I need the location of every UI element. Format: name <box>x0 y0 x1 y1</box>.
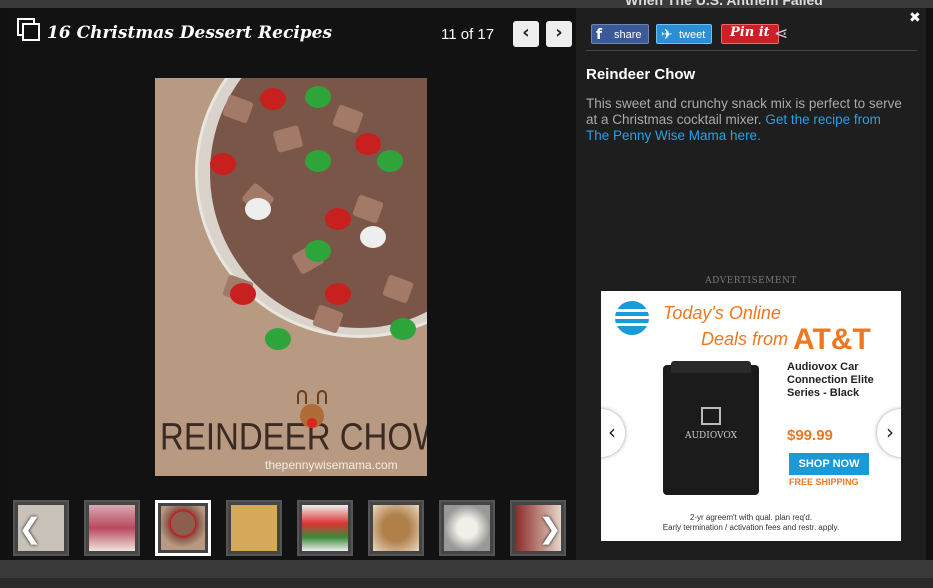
device-logo: AUDIOVOX <box>684 431 738 441</box>
shop-now-button[interactable]: SHOP NOW <box>789 453 869 475</box>
photo-gallery: 16 Christmas Dessert Recipes 11 of 17 ‹ … <box>7 8 575 560</box>
twitter-share-button[interactable]: ✈ tweet <box>656 24 713 44</box>
thumbnail[interactable] <box>226 500 282 556</box>
pinterest-button[interactable]: Pin it <box>721 24 779 44</box>
pinterest-label: Pin it <box>730 25 770 40</box>
att-globe-icon <box>615 301 649 335</box>
lightbox-overlay: When The U.S. Anthem Failed 16 Christmas… <box>0 0 933 588</box>
twitter-icon: ✈ <box>661 27 673 43</box>
ad-label: ADVERTISEMENT <box>705 276 797 286</box>
thumbnail-strip <box>13 500 569 556</box>
next-slide-button[interactable]: › <box>546 21 572 47</box>
ad-fine-print-1: 2-yr agreem't with qual. plan req'd. <box>689 513 813 522</box>
ad-headline-1: Today's Online <box>663 303 781 323</box>
ad-fine-print-2: Early termination / activation fees and … <box>662 523 840 532</box>
divider <box>586 50 917 51</box>
page-footer-edge <box>0 560 933 588</box>
ad-product-name: Audiovox Car Connection Elite Series - B… <box>787 361 874 399</box>
ad-fine-print: 2-yr agreem't with qual. plan req'd. Ear… <box>601 513 901 533</box>
photo-watermark: thepennywisemama.com <box>265 458 398 472</box>
main-photo: REINDEER CHOW thepennywisemama.com <box>155 78 427 476</box>
advertisement[interactable]: Today's Online Deals from AT&T AUDIOVOX … <box>601 291 901 541</box>
ad-headline-2: Deals from AT&T <box>701 323 871 357</box>
facebook-share-button[interactable]: f share <box>591 24 649 44</box>
photo-overlay-text: REINDEER CHOW <box>160 415 427 458</box>
thumb-next-arrow[interactable]: ❯ <box>535 514 565 544</box>
thumbnail[interactable] <box>368 500 424 556</box>
thumbnail-active[interactable] <box>155 500 211 556</box>
slide-title: Reindeer Chow <box>586 66 696 83</box>
product-image: AUDIOVOX <box>663 361 759 495</box>
close-icon[interactable]: ✖ <box>909 10 921 26</box>
thumbnail[interactable] <box>84 500 140 556</box>
ad-prev-arrow[interactable]: ‹ <box>601 409 625 457</box>
share-icon[interactable]: ⋖ <box>774 24 794 44</box>
gallery-title: 16 Christmas Dessert Recipes <box>47 23 333 43</box>
reindeer-icon <box>295 390 329 430</box>
prev-slide-button[interactable]: ‹ <box>513 21 539 47</box>
ad-shipping: FREE SHIPPING <box>789 477 859 487</box>
caption-panel: f share ✈ tweet Pin it ⋖ ✖ Reindeer Chow T… <box>576 8 926 560</box>
twitter-share-label: tweet <box>679 29 706 41</box>
facebook-share-label: share <box>614 29 642 41</box>
page-backdrop: When The U.S. Anthem Failed <box>0 0 933 8</box>
ad-brand: AT&T <box>793 323 871 356</box>
slide-description: This sweet and crunchy snack mix is perf… <box>586 96 906 144</box>
thumbnail[interactable] <box>439 500 495 556</box>
background-article-title: When The U.S. Anthem Failed <box>625 0 823 8</box>
thumbnail[interactable] <box>297 500 353 556</box>
facebook-icon: f <box>596 27 603 43</box>
ad-next-arrow[interactable]: › <box>877 409 901 457</box>
ad-headline-2-text: Deals from <box>701 329 789 349</box>
slide-counter: 11 of 17 <box>441 26 495 43</box>
thumb-prev-arrow[interactable]: ❮ <box>15 514 45 544</box>
ad-price: $99.99 <box>787 427 833 444</box>
gallery-icon <box>17 18 41 42</box>
